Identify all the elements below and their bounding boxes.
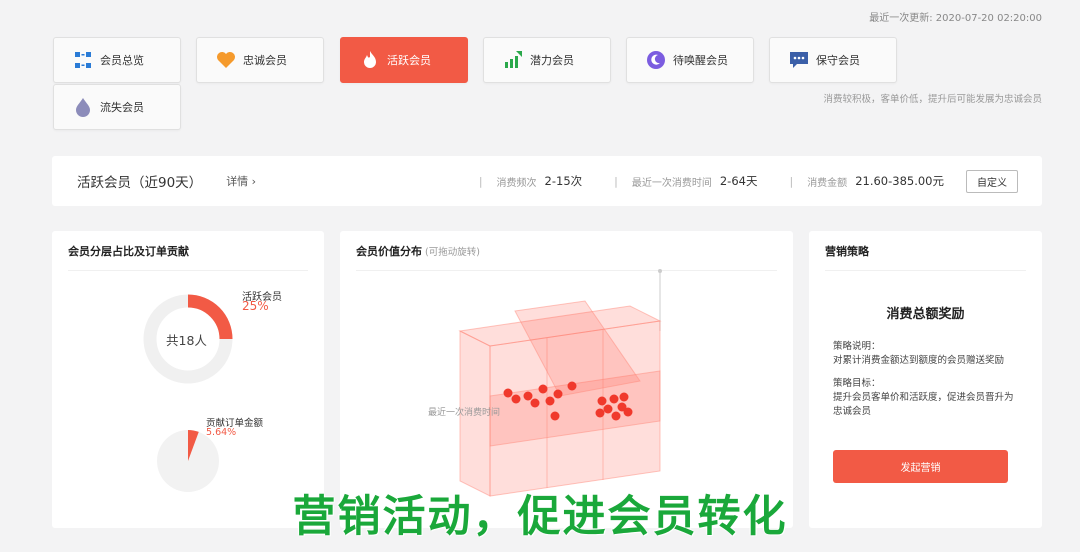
water-drop-icon [72,96,94,118]
segment-info-bar: 活跃会员（近90天） 详情 › | 消费频次 2-15次 | 最近一次消费时间 … [52,156,1042,206]
panel-title: 营销策略 [825,245,869,258]
tab-label: 待唤醒会员 [673,54,728,67]
member-point [545,396,555,406]
member-point [603,404,613,414]
divider: | [614,174,618,188]
flame-icon [359,49,381,71]
member-point [623,407,633,417]
tab-member-overview[interactable]: 会员总览 [53,37,181,83]
member-point [511,394,521,404]
tab-label: 保守会员 [816,54,860,67]
member-point [538,384,548,394]
launch-marketing-button[interactable]: 发起营销 [833,450,1008,483]
divider [825,270,1026,271]
segment-title: 活跃会员（近90天） [77,175,203,191]
recent-value: 2-64天 [719,174,758,188]
strategy-desc-text: 对累计消费金额达到额度的会员赠送奖励 [833,355,1005,366]
grid-icon [72,49,94,71]
member-point [523,391,533,401]
tab-potential-members[interactable]: 潜力会员 [483,37,611,83]
donut-percent: 25% [242,299,269,313]
tab-active-members[interactable]: 活跃会员 [340,37,468,83]
video-caption: 营销活动，促进会员转化 [292,492,788,542]
axis-label: 最近一次消费时间 [428,408,501,418]
tab-dormant-members[interactable]: 待唤醒会员 [626,37,754,83]
member-point [619,392,629,402]
custom-button[interactable]: 自定义 [966,169,1018,193]
amount-label: 消费金额 [807,177,848,189]
moon-icon [645,49,667,71]
member-point [567,381,577,391]
growth-chart-icon [502,49,524,71]
member-point [530,398,540,408]
divider: | [789,174,794,188]
tab-hint: 消费较积极，客单价低，提升后可能发展为忠诚会员 [823,94,1042,105]
member-point [611,411,621,421]
member-point [595,408,605,418]
detail-link[interactable]: 详情 › [226,173,256,189]
member-point [553,389,563,399]
tab-label: 忠诚会员 [243,54,287,67]
strategy-goal-label: 策略目标： [833,378,881,389]
freq-label: 消费频次 [496,177,537,189]
member-point [609,394,619,404]
strategy-goal-text: 提升会员客单价和活跃度，促进会员晋升为忠诚会员 [833,392,1014,417]
amount-value: 21.60-385.00元 [855,174,944,188]
tab-label: 会员总览 [100,54,144,67]
strategy-name: 消费总额奖励 [886,307,965,322]
heart-icon [215,49,237,71]
tab-conservative-members[interactable]: 保守会员 [769,37,897,83]
recent-label: 最近一次消费时间 [631,177,712,189]
z-axis-end [658,269,662,273]
strategy-desc-label: 策略说明： [833,341,881,352]
last-update-time: 最近一次更新: 2020-07-20 02:20:00 [869,13,1042,24]
tab-lost-members[interactable]: 流失会员 [53,84,181,130]
member-point [503,388,513,398]
tab-label: 潜力会员 [530,54,574,67]
pie-percent: 5.64% [206,427,237,438]
member-point [550,411,560,421]
chat-icon [788,49,810,71]
freq-value: 2-15次 [544,174,583,188]
cube-cells [458,300,662,497]
tab-loyal-members[interactable]: 忠诚会员 [196,37,324,83]
tab-label: 活跃会员 [387,54,431,67]
member-point [597,396,607,406]
divider: | [478,174,483,188]
donut-center-text: 共18人 [166,333,207,348]
tab-label: 流失会员 [100,101,144,114]
